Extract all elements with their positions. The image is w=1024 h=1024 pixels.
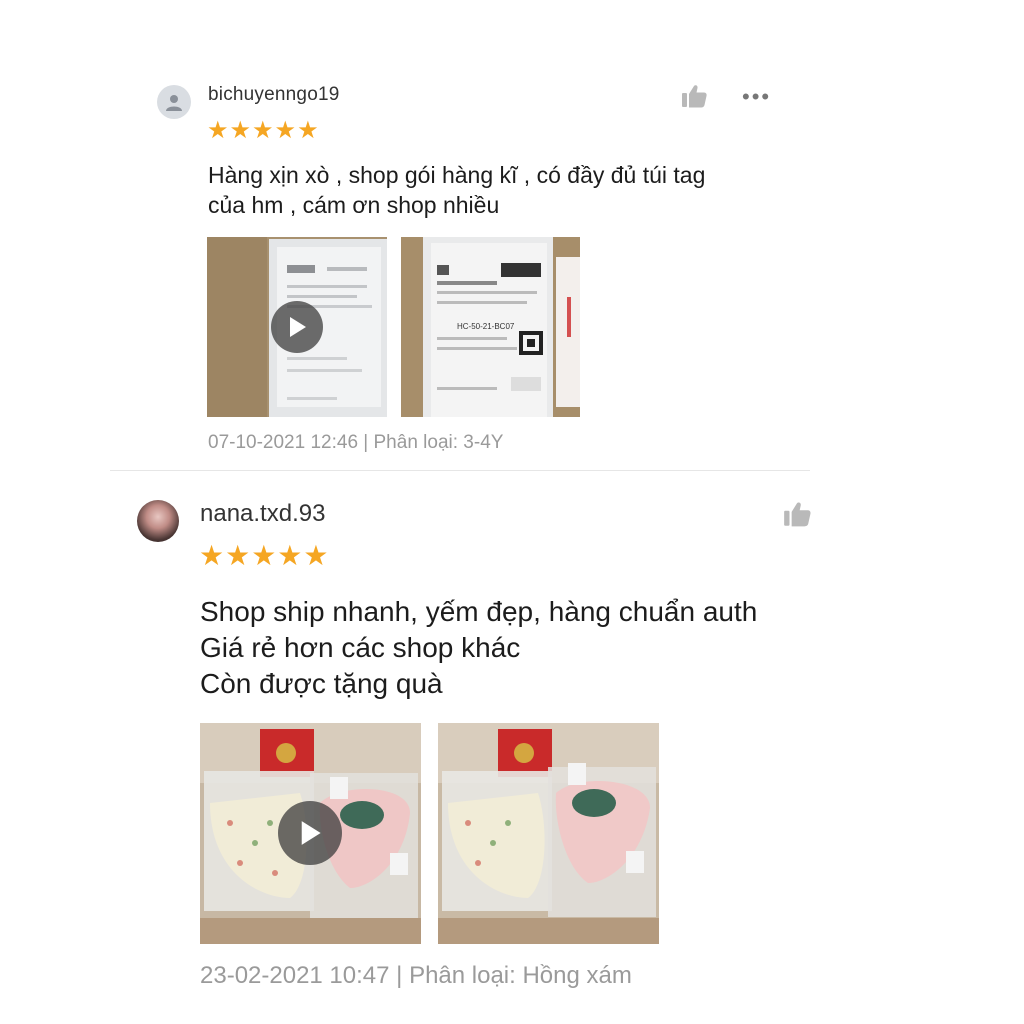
- comment-line: Còn được tặng quà: [200, 668, 443, 699]
- play-button[interactable]: [278, 801, 342, 865]
- review-video-thumbnail[interactable]: [207, 237, 387, 417]
- comment-line: Shop ship nhanh, yếm đẹp, hàng chuẩn aut…: [200, 596, 758, 627]
- play-icon: [290, 317, 306, 337]
- comment-line: Giá rẻ hơn các shop khác: [200, 632, 521, 663]
- bibs-photo: [438, 723, 659, 944]
- review-username[interactable]: nana.txd.93: [200, 500, 325, 528]
- avatar[interactable]: [157, 85, 191, 119]
- review-username[interactable]: bichuyenngo19: [208, 84, 340, 106]
- divider: [110, 470, 810, 471]
- comment-line: Hàng xịn xò , shop gói hàng kĩ , có đầy …: [208, 162, 706, 188]
- shipping-label-photo: HC-50-21-BC07: [401, 237, 580, 417]
- user-icon: [166, 95, 182, 111]
- review-comment: Hàng xịn xò , shop gói hàng kĩ , có đầy …: [208, 160, 768, 220]
- avatar[interactable]: [137, 500, 179, 542]
- review-comment: Shop ship nhanh, yếm đẹp, hàng chuẩn aut…: [200, 594, 810, 702]
- thumbs-up-icon[interactable]: [680, 83, 708, 109]
- review-image-thumbnail[interactable]: HC-50-21-BC07: [401, 237, 580, 417]
- label-code: HC-50-21-BC07: [457, 322, 515, 331]
- review-meta: 07-10-2021 12:46 | Phân loại: 3-4Y: [208, 432, 504, 453]
- thumbs-up-icon[interactable]: [782, 500, 812, 528]
- play-icon: [301, 821, 321, 845]
- play-button[interactable]: [271, 301, 323, 353]
- review-meta: 23-02-2021 10:47 | Phân loại: Hồng xám: [200, 962, 632, 989]
- review-image-thumbnail[interactable]: [438, 723, 659, 944]
- more-options-icon[interactable]: •••: [742, 84, 771, 110]
- comment-line: của hm , cám ơn shop nhiều: [208, 192, 500, 218]
- review-video-thumbnail[interactable]: [200, 723, 421, 944]
- star-rating: ★★★★★: [199, 540, 330, 571]
- star-rating: ★★★★★: [207, 117, 320, 144]
